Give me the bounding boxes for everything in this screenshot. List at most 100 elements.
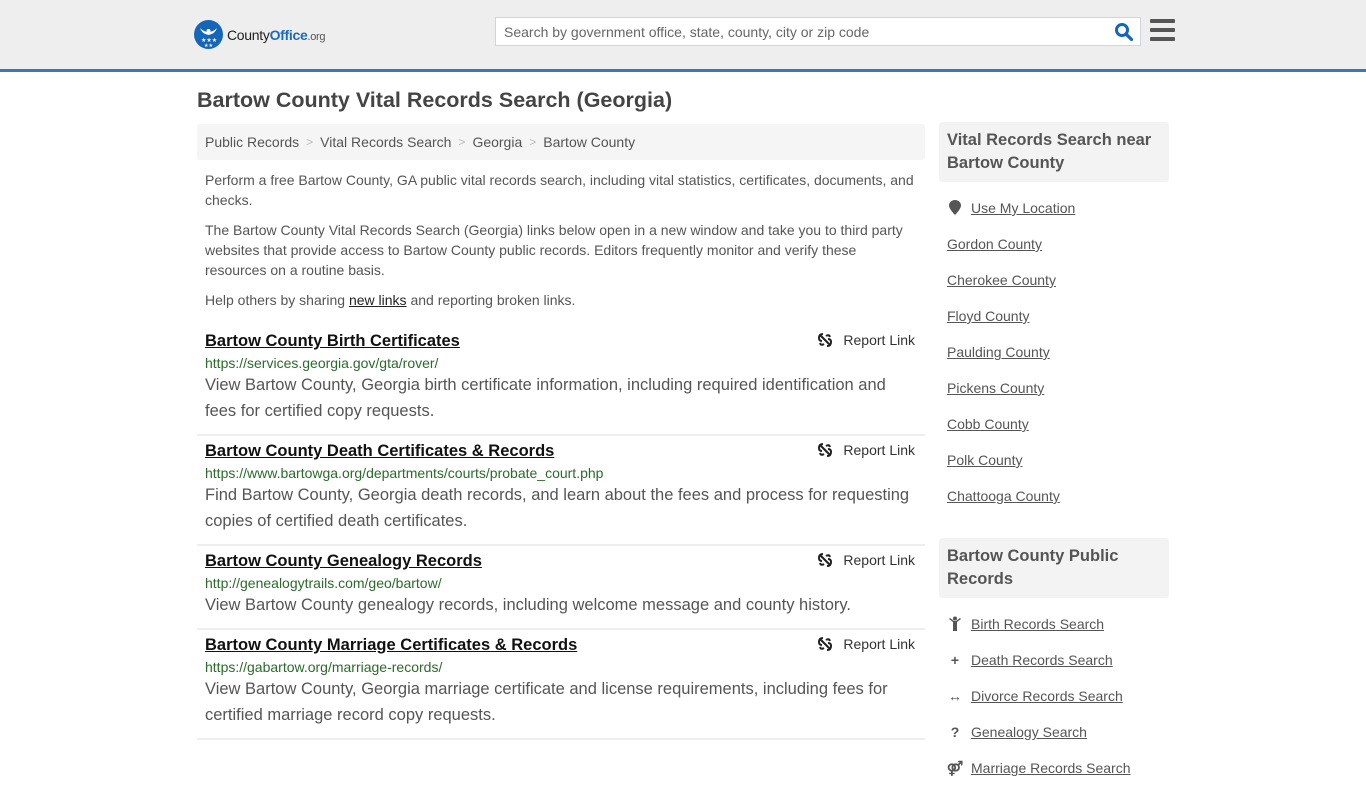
report-link-button[interactable]: Report Link [817,332,915,348]
question-icon: ? [950,724,960,740]
map-marker-icon [947,200,963,215]
nearby-heading: Vital Records Search near Bartow County [939,122,1169,182]
result-url[interactable]: http://genealogytrails.com/geo/bartow/ [205,575,917,591]
report-link-button[interactable]: Report Link [817,442,915,458]
divorce-records-search-link[interactable]: Divorce Records Search [971,688,1123,704]
breadcrumb-georgia[interactable]: Georgia [472,134,522,150]
genealogy-search-link[interactable]: Genealogy Search [971,724,1087,740]
intro-paragraph-1: Perform a free Bartow County, GA public … [205,172,914,208]
eagle-logo-icon: ★★★ ★★ [194,20,223,49]
marriage-records-search-link[interactable]: Marriage Records Search [971,760,1131,776]
result-title-link[interactable]: Bartow County Death Certificates & Recor… [205,442,554,461]
search-icon[interactable] [1114,22,1134,42]
nearby-county-link[interactable]: Polk County [947,452,1022,468]
nearby-county-item: Floyd County [947,306,1161,342]
hamburger-menu-icon[interactable] [1150,19,1175,41]
result-url[interactable]: https://services.georgia.gov/gta/rover/ [205,355,917,371]
arrows-horizontal-icon: ↔ [948,688,962,704]
nearby-county-item: Cherokee County [947,270,1161,306]
nearby-county-item: Polk County [947,450,1161,486]
result-description: View Bartow County, Georgia birth certif… [205,376,886,420]
nearby-county-link[interactable]: Gordon County [947,236,1042,252]
site-header: ★★★ ★★ CountyOffice.org [0,0,1366,72]
result-title-link[interactable]: Bartow County Birth Certificates [205,332,460,351]
public-records-heading: Bartow County Public Records [939,538,1169,598]
breadcrumb-separator: > [306,135,314,149]
result-description: Find Bartow County, Georgia death record… [205,486,910,530]
public-record-item: Birth Records Search [947,614,1161,650]
result-description: View Bartow County, Georgia marriage cer… [205,680,888,724]
public-record-item: ↔ Divorce Records Search [947,686,1161,722]
logo-brand-a: County [227,26,270,43]
breadcrumb-public-records[interactable]: Public Records [205,134,299,150]
result-url[interactable]: https://gabartow.org/marriage-records/ [205,659,917,675]
nearby-county-link[interactable]: Floyd County [947,308,1029,324]
report-link-label: Report Link [843,442,915,458]
result-item: Bartow County Death Certificates & Recor… [197,436,925,546]
report-link-label: Report Link [843,332,915,348]
new-links-link[interactable]: new links [349,292,407,308]
public-record-item: ⚤ Marriage Records Search [947,758,1161,794]
nearby-county-item: Gordon County [947,234,1161,270]
public-records-list: Birth Records Search + Death Records Sea… [939,598,1169,800]
svg-text:★★: ★★ [204,43,213,49]
nearby-county-link[interactable]: Chattooga County [947,488,1060,504]
logo-brand-c: .org [307,30,326,43]
nearby-county-link[interactable]: Pickens County [947,380,1044,396]
plus-icon: + [950,652,960,668]
breadcrumb: Public Records > Vital Records Search > … [197,124,925,160]
marriage-icon: ⚤ [946,760,964,776]
broken-link-icon [818,443,833,457]
breadcrumb-vital-records-search[interactable]: Vital Records Search [320,134,451,150]
breadcrumb-separator: > [458,135,466,149]
birth-records-search-link[interactable]: Birth Records Search [971,616,1104,632]
result-item: Bartow County Genealogy Records Report L… [197,546,925,630]
report-link-label: Report Link [843,552,915,568]
nearby-county-item: Paulding County [947,342,1161,378]
search-box [495,17,1141,46]
report-link-label: Report Link [843,636,915,652]
broken-link-icon [818,637,833,651]
result-url[interactable]: https://www.bartowga.org/departments/cou… [205,465,917,481]
child-icon [947,616,963,631]
nearby-county-link[interactable]: Cobb County [947,416,1029,432]
result-title-link[interactable]: Bartow County Genealogy Records [205,552,482,571]
results-list: Bartow County Birth Certificates Report … [197,326,925,740]
site-logo[interactable]: ★★★ ★★ CountyOffice.org [194,20,326,49]
menu-bar [1150,37,1175,41]
nearby-county-link[interactable]: Paulding County [947,344,1050,360]
report-link-button[interactable]: Report Link [817,552,915,568]
public-record-item: + Death Records Search [947,650,1161,686]
page-title: Bartow County Vital Records Search (Geor… [197,88,673,112]
breadcrumb-separator: > [529,135,537,149]
result-item: Bartow County Birth Certificates Report … [197,326,925,436]
nearby-list: Use My Location Gordon County Cherokee C… [939,182,1169,528]
broken-link-icon [818,333,833,347]
death-records-search-link[interactable]: Death Records Search [971,652,1113,668]
intro-help-text-end: and reporting broken links. [406,292,576,308]
logo-brand-b: Office [269,26,308,43]
search-input[interactable] [496,18,1096,45]
report-link-button[interactable]: Report Link [817,636,915,652]
public-record-item: ? Genealogy Search [947,722,1161,758]
menu-bar [1150,28,1175,32]
intro-help-text: Help others by sharing [205,292,349,308]
intro-paragraph-3: Help others by sharing new links and rep… [205,290,920,310]
use-location-item: Use My Location [947,198,1161,234]
result-item: Bartow County Marriage Certificates & Re… [197,630,925,740]
broken-link-icon [818,553,833,567]
result-description: View Bartow County genealogy records, in… [205,596,851,614]
menu-bar [1150,19,1175,23]
intro-paragraph-2: The Bartow County Vital Records Search (… [205,222,903,278]
logo-text: CountyOffice.org [227,26,326,43]
nearby-county-item: Pickens County [947,378,1161,414]
public-records-block: Bartow County Public Records Birth Recor… [939,538,1169,800]
nearby-county-item: Chattooga County [947,486,1161,522]
nearby-county-link[interactable]: Cherokee County [947,272,1056,288]
use-my-location-link[interactable]: Use My Location [971,200,1075,216]
sidebar: Vital Records Search near Bartow County … [939,122,1169,800]
breadcrumb-bartow-county[interactable]: Bartow County [543,134,635,150]
intro-text: Perform a free Bartow County, GA public … [205,170,920,320]
result-title-link[interactable]: Bartow County Marriage Certificates & Re… [205,636,577,655]
nearby-county-item: Cobb County [947,414,1161,450]
